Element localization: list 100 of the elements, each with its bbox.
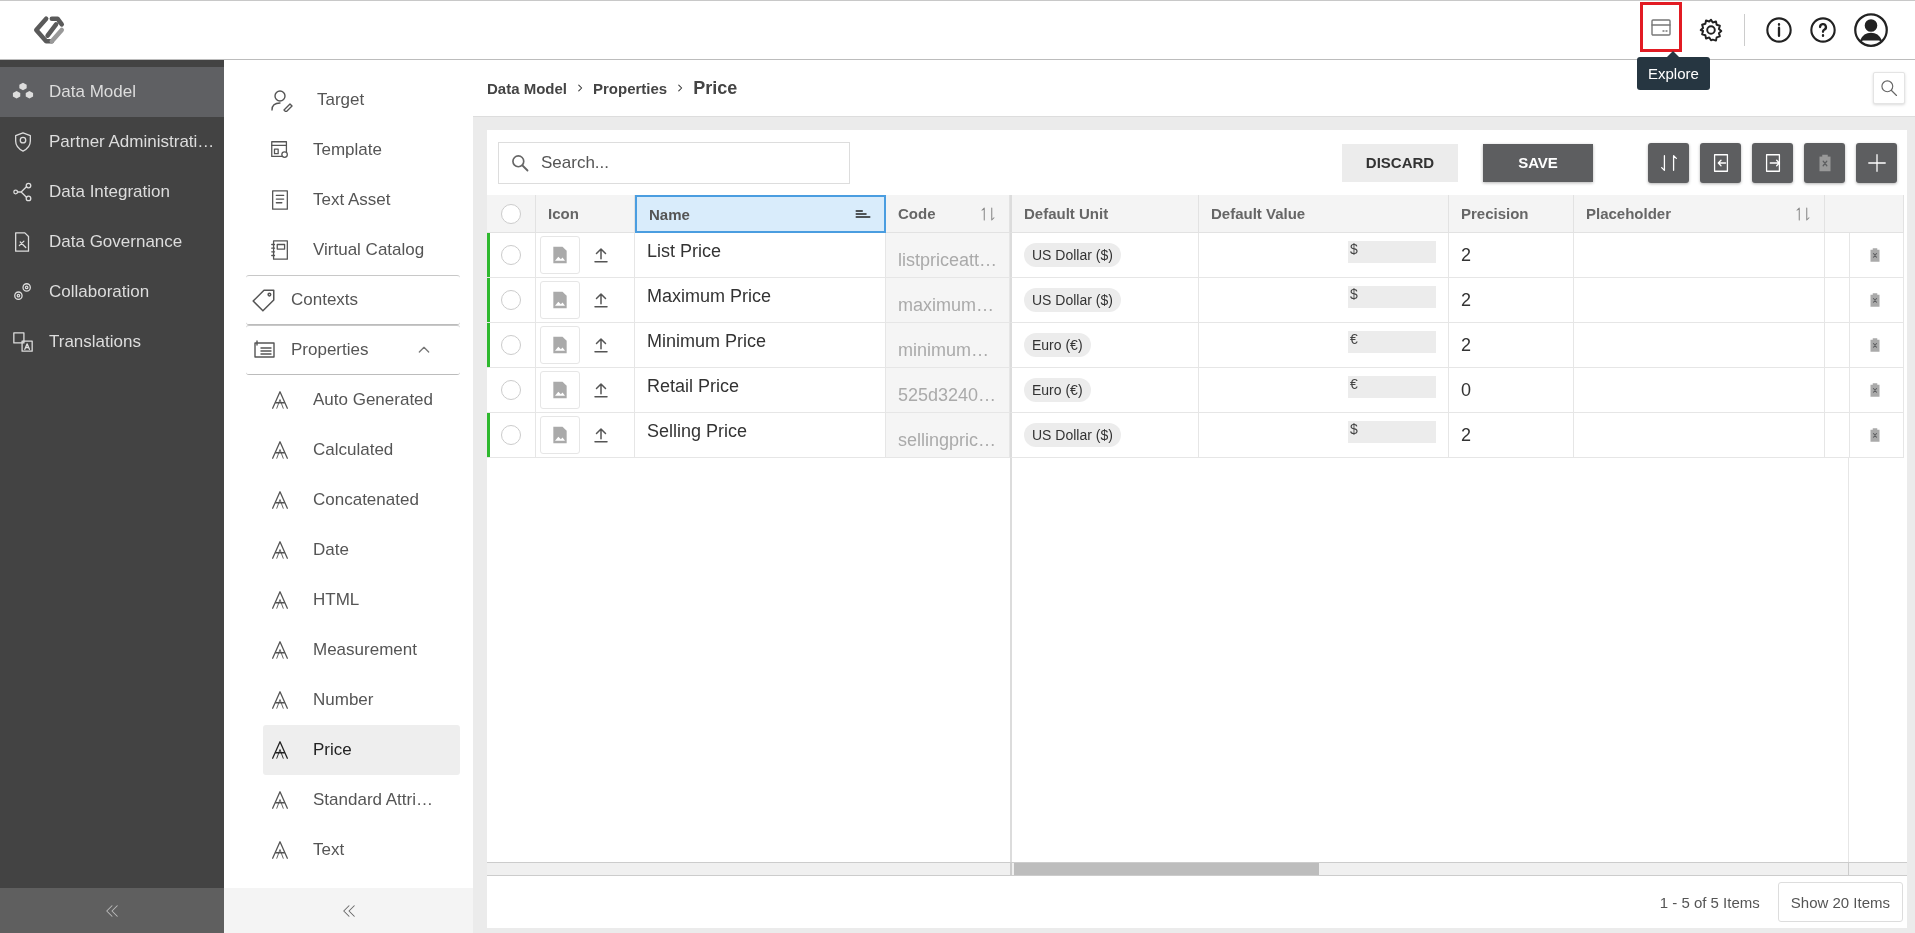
row-checkbox[interactable]	[501, 425, 521, 445]
nav-item[interactable]: Price	[263, 725, 460, 775]
value-field[interactable]: €	[1348, 331, 1436, 353]
tooltip: Explore	[1637, 57, 1710, 90]
table-cell: 2	[1449, 323, 1574, 368]
nav-item[interactable]: Virtual Catalog	[263, 225, 460, 275]
refresh-button[interactable]	[1648, 142, 1689, 183]
chevron-right-icon	[575, 83, 585, 93]
nav-item[interactable]: Properties	[246, 325, 460, 375]
add-button[interactable]	[1856, 142, 1897, 183]
nav-item[interactable]: Standard Attri…	[263, 775, 460, 825]
nav-item[interactable]: Calculated	[263, 425, 460, 475]
column-header[interactable]: Precision	[1449, 195, 1574, 233]
value-field[interactable]: €	[1348, 376, 1436, 398]
import-button[interactable]	[1700, 142, 1741, 183]
row-checkbox[interactable]	[501, 380, 521, 400]
export-button[interactable]	[1752, 142, 1793, 183]
image-button[interactable]	[540, 281, 580, 319]
table-cell: maximum…	[886, 278, 1010, 323]
upload-button[interactable]	[592, 335, 610, 355]
letter-a-icon	[269, 489, 291, 511]
nav-item[interactable]: Contexts	[246, 275, 460, 325]
row-checkbox[interactable]	[501, 245, 521, 265]
value-field[interactable]: $	[1348, 286, 1436, 308]
settings-icon	[1698, 17, 1724, 43]
letter-a-icon	[269, 539, 291, 561]
user-pen-icon	[269, 88, 295, 112]
image-button[interactable]	[540, 236, 580, 274]
sidebar-item[interactable]: Data Integration	[0, 167, 224, 217]
settings-button[interactable]	[1698, 17, 1724, 43]
breadcrumb-item[interactable]: Data Model	[487, 79, 567, 97]
search-icon	[1879, 78, 1899, 98]
nav-item[interactable]: Template	[263, 125, 460, 175]
nav-item[interactable]: Date	[263, 525, 460, 575]
value-field[interactable]: $	[1348, 241, 1436, 263]
pagination-summary: 1 - 5 of 5 Items	[1659, 893, 1760, 911]
letter-a-icon	[269, 689, 291, 711]
translate-icon	[12, 331, 34, 353]
sidebar-item[interactable]: Collaboration	[0, 267, 224, 317]
column-header[interactable]: Name	[635, 195, 886, 233]
column-header[interactable]: Default Unit	[1010, 195, 1199, 233]
column-header[interactable]: Default Value	[1199, 195, 1449, 233]
column-header[interactable]: Code	[886, 195, 1010, 233]
scrollbar[interactable]	[487, 862, 1907, 876]
row-checkbox[interactable]	[501, 290, 521, 310]
select-all-checkbox[interactable]	[501, 203, 521, 224]
tag-icon	[251, 287, 277, 313]
template-icon	[269, 139, 291, 161]
column-header[interactable]: Icon	[536, 195, 635, 233]
nav-item[interactable]: Concatenated	[263, 475, 460, 525]
nav-item[interactable]: Target	[263, 75, 460, 125]
upload-icon	[592, 425, 610, 445]
search-field[interactable]: Search...	[498, 141, 850, 184]
sidebar-item[interactable]: Translations	[0, 317, 224, 367]
sort-arrows-icon	[1794, 204, 1812, 223]
discard-button[interactable]: DISCARD	[1342, 143, 1458, 182]
letter-a-icon	[269, 789, 291, 811]
package-button[interactable]	[1640, 2, 1682, 52]
save-button[interactable]: SAVE	[1483, 143, 1593, 182]
nav-item[interactable]: Auto Generated	[263, 375, 460, 425]
nav-item[interactable]: Measurement	[263, 625, 460, 675]
breadcrumb-item: Price	[693, 77, 738, 99]
info-button[interactable]	[1765, 16, 1793, 44]
nav-item[interactable]: Number	[263, 675, 460, 725]
value-field[interactable]: $	[1348, 421, 1436, 443]
image-button[interactable]	[540, 326, 580, 364]
unit-tag: Euro (€)	[1024, 333, 1091, 357]
nav-item[interactable]: Text Asset	[263, 175, 460, 225]
upload-button[interactable]	[592, 425, 610, 445]
upload-button[interactable]	[592, 380, 610, 400]
notebook-icon	[269, 239, 291, 261]
image-button[interactable]	[540, 371, 580, 409]
document-icon	[269, 189, 291, 211]
user-avatar-button[interactable]	[1853, 12, 1889, 48]
search-button[interactable]	[1873, 72, 1905, 104]
letter-a-icon	[269, 839, 291, 861]
table-cell: 2	[1449, 278, 1574, 323]
column-header[interactable]: Placeholder	[1574, 195, 1825, 233]
sidebar-item[interactable]: Data Model	[0, 67, 224, 117]
tooltip-pointer	[1667, 51, 1680, 57]
table-cell: 0	[1449, 368, 1574, 413]
shield-icon	[12, 131, 34, 153]
nav-item[interactable]: HTML	[263, 575, 460, 625]
upload-button[interactable]	[592, 290, 610, 310]
sidebar-item[interactable]: Partner Administrati…	[0, 117, 224, 167]
upload-icon	[592, 380, 610, 400]
breadcrumb-item[interactable]: Properties	[593, 79, 668, 97]
sidebar-item[interactable]: Data Governance	[0, 217, 224, 267]
table-cell: 2	[1449, 413, 1574, 458]
letter-a-icon	[269, 439, 291, 461]
upload-button[interactable]	[592, 245, 610, 265]
search-icon	[510, 152, 530, 173]
help-button[interactable]	[1809, 16, 1837, 44]
unit-tag: US Dollar ($)	[1024, 423, 1121, 447]
row-checkbox[interactable]	[501, 335, 521, 355]
nav-item[interactable]: Text	[263, 825, 460, 875]
page-size-button[interactable]: Show 20 Items	[1777, 882, 1903, 922]
table-cell: sellingpric…	[886, 413, 1010, 458]
help-icon	[1809, 16, 1837, 44]
image-button[interactable]	[540, 416, 580, 454]
